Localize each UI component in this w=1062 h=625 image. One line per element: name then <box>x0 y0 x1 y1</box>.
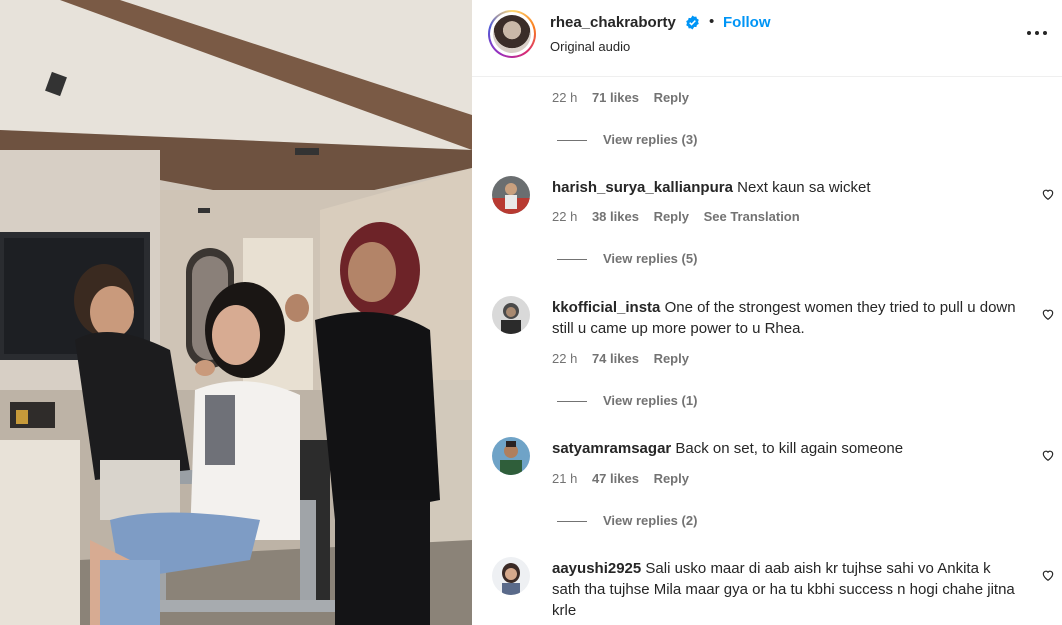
avatar-image <box>493 15 531 53</box>
more-options-icon[interactable] <box>1026 24 1048 42</box>
post-header: rhea_chakraborty • Follow Original audio <box>472 0 1062 77</box>
view-replies-button[interactable]: View replies (2) <box>557 513 697 528</box>
post-video[interactable] <box>0 0 472 625</box>
like-heart-icon[interactable] <box>1041 307 1055 321</box>
verified-badge-icon <box>686 15 699 30</box>
reply-button[interactable]: Reply <box>654 351 689 366</box>
view-replies-button[interactable]: View replies (5) <box>557 251 697 266</box>
replies-divider <box>557 521 587 523</box>
reply-button[interactable]: Reply <box>654 471 689 486</box>
commenter-username[interactable]: kkofficial_insta <box>552 299 660 316</box>
comment-likes[interactable]: 38 likes <box>592 209 639 224</box>
comment-text: Next kaun sa wicket <box>737 179 871 196</box>
comment-likes[interactable]: 47 likes <box>592 471 639 486</box>
see-translation-button[interactable]: See Translation <box>704 209 800 224</box>
separator-dot: • <box>709 13 715 30</box>
reply-button[interactable]: Reply <box>654 90 689 105</box>
commenter-username[interactable]: satyamramsagar <box>552 440 671 457</box>
avatar-image <box>492 296 530 334</box>
comments-panel: rhea_chakraborty • Follow Original audio… <box>472 0 1062 625</box>
view-replies-button[interactable]: View replies (1) <box>557 393 697 408</box>
avatar-image <box>492 437 530 475</box>
view-replies-button[interactable]: View replies (3) <box>557 132 697 147</box>
commenter-username[interactable]: aayushi2925 <box>552 560 641 577</box>
post-username[interactable]: rhea_chakraborty <box>550 14 676 31</box>
comment-text: Back on set, to kill again someone <box>675 440 904 457</box>
profile-avatar[interactable] <box>488 10 536 58</box>
comment-time: 22 h <box>552 90 578 105</box>
audio-label[interactable]: Original audio <box>550 39 630 54</box>
comment-time: 22 h <box>552 351 578 366</box>
replies-divider <box>557 401 587 403</box>
commenter-username[interactable]: harish_surya_kallianpura <box>552 179 733 196</box>
replies-divider <box>557 259 587 261</box>
comment-meta: 21 h 47 likes Reply <box>552 471 700 486</box>
commenter-avatar[interactable] <box>492 176 530 214</box>
comment-time: 22 h <box>552 209 578 224</box>
like-heart-icon[interactable] <box>1041 187 1055 201</box>
like-heart-icon[interactable] <box>1041 448 1055 462</box>
commenter-avatar[interactable] <box>492 557 530 595</box>
video-frame-image <box>0 0 472 625</box>
comment-time: 21 h <box>552 471 578 486</box>
avatar-image <box>492 176 530 214</box>
commenter-avatar[interactable] <box>492 437 530 475</box>
comment-meta: 22 h 71 likes Reply <box>552 90 700 105</box>
avatar-image <box>492 557 530 595</box>
replies-divider <box>557 140 587 142</box>
comment-likes[interactable]: 74 likes <box>592 351 639 366</box>
comment-meta: 22 h 38 likes Reply See Translation <box>552 209 811 224</box>
follow-button[interactable]: Follow <box>723 14 771 31</box>
like-heart-icon[interactable] <box>1041 568 1055 582</box>
commenter-avatar[interactable] <box>492 296 530 334</box>
comment-meta: 22 h 74 likes Reply <box>552 351 700 366</box>
comment-likes[interactable]: 71 likes <box>592 90 639 105</box>
reply-button[interactable]: Reply <box>654 209 689 224</box>
